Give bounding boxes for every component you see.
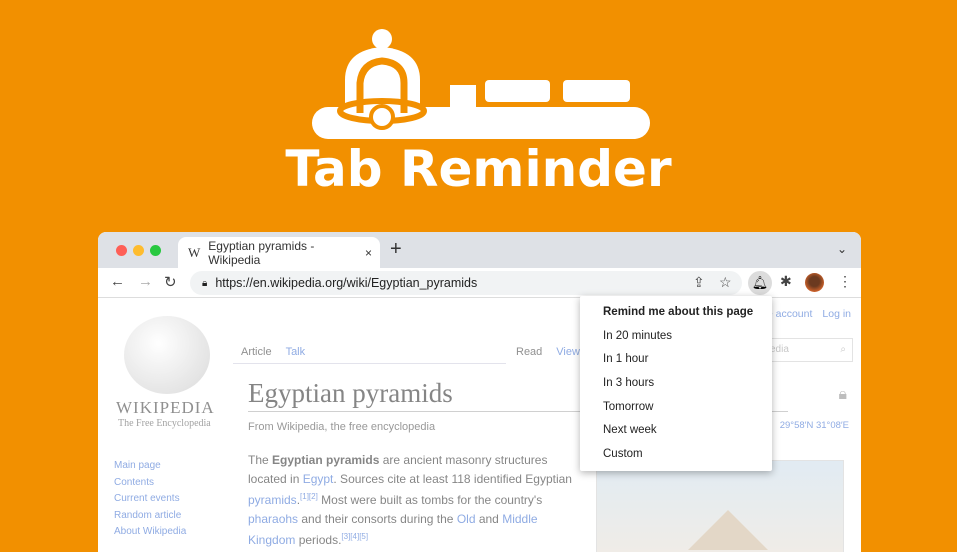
share-icon[interactable]: ⇪ (693, 274, 705, 291)
app-title: Tab Reminder (285, 140, 672, 198)
browser-tab[interactable]: W Egyptian pyramids - Wikipedia × (178, 237, 380, 268)
extensions-puzzle-icon[interactable]: ✱ (780, 273, 792, 290)
intro-paragraph: The Egyptian pyramids are ancient masonr… (248, 451, 578, 550)
menu-header: Remind me about this page (603, 306, 754, 318)
page-subtitle: From Wikipedia, the free encyclopedia (248, 421, 436, 433)
text: periods. (295, 533, 342, 547)
text: and (475, 511, 503, 526)
bold-term: Egyptian pyramids (272, 453, 380, 467)
lock-icon: 🔒︎ (202, 277, 208, 289)
tab-search-chevron-icon[interactable]: ⌄ (837, 242, 847, 256)
menu-item-1-hour[interactable]: In 1 hour (580, 353, 772, 377)
address-bar[interactable]: 🔒︎ https://en.wikipedia.org/wiki/Egyptia… (190, 271, 742, 295)
sidebar-nav: Main page Contents Current events Random… (114, 458, 186, 541)
bookmark-star-icon[interactable]: ☆ (719, 274, 732, 291)
create-account-link[interactable]: e account (767, 308, 813, 320)
sidebar-item-main-page[interactable]: Main page (114, 458, 186, 475)
menu-item-3-hours[interactable]: In 3 hours (580, 377, 772, 401)
profile-avatar[interactable] (805, 273, 824, 292)
maximize-window-button[interactable] (150, 245, 161, 256)
coordinates[interactable]: 29°58′N 31°08′E (780, 420, 849, 431)
wiki-search-input[interactable]: edia ⌕ (763, 338, 853, 362)
toolbar: ← → ↻ 🔒︎ https://en.wikipedia.org/wiki/E… (98, 268, 861, 298)
tab-view[interactable]: View (556, 346, 580, 358)
sidebar-item-contents[interactable]: Contents (114, 475, 186, 492)
tab-talk[interactable]: Talk (286, 346, 306, 358)
text: Most were built as tombs for the country… (317, 493, 543, 507)
back-icon[interactable]: ← (110, 273, 125, 290)
new-tab-button[interactable]: + (390, 238, 402, 261)
reload-icon[interactable]: ↻ (164, 273, 177, 291)
text: . Sources cite at least 118 identified E… (333, 471, 572, 486)
link-egypt[interactable]: Egypt (303, 472, 334, 486)
pyramid-shape (688, 510, 768, 550)
forward-icon[interactable]: → (138, 273, 153, 290)
tab-reminder-bell-icon[interactable]: 🔔︎ (748, 271, 772, 295)
page-tabs: Article Talk (233, 340, 506, 364)
search-icon[interactable]: ⌕ (840, 344, 846, 355)
tab-strip: W Egyptian pyramids - Wikipedia × + ⌄ (98, 232, 861, 268)
menu-item-20-minutes[interactable]: In 20 minutes (580, 330, 772, 354)
more-menu-icon[interactable]: ⋮ (838, 273, 852, 290)
minimize-window-button[interactable] (133, 245, 144, 256)
text: The (248, 453, 273, 467)
view-tabs: Read View (508, 340, 588, 364)
tab-article[interactable]: Article (241, 346, 272, 358)
link-pyramids[interactable]: pyramids (248, 493, 297, 507)
wikipedia-favicon: W (188, 244, 201, 260)
reminder-menu: Remind me about this page In 20 minutes … (580, 296, 772, 471)
account-links: e account Log in (767, 308, 851, 320)
menu-item-next-week[interactable]: Next week (580, 424, 772, 448)
menu-item-tomorrow[interactable]: Tomorrow (580, 401, 772, 425)
url-text: https://en.wikipedia.org/wiki/Egyptian_p… (215, 276, 478, 290)
wikipedia-tagline: The Free Encyclopedia (118, 418, 211, 429)
link-old[interactable]: Old (457, 512, 476, 526)
protection-lock-icon: 🔒︎ (838, 386, 847, 403)
menu-item-custom[interactable]: Custom (580, 448, 772, 472)
citation[interactable]: [3][4][5] (341, 532, 368, 541)
link-pharaohs[interactable]: pharaohs (248, 512, 298, 526)
tab-reminder-logo (312, 29, 650, 139)
log-in-link[interactable]: Log in (822, 308, 851, 320)
wikipedia-globe-logo (124, 316, 210, 394)
close-window-button[interactable] (116, 245, 127, 256)
tab-read[interactable]: Read (516, 346, 542, 358)
citation[interactable]: [1][2] (300, 492, 318, 501)
sidebar-item-random-article[interactable]: Random article (114, 508, 186, 525)
sidebar-item-about[interactable]: About Wikipedia (114, 524, 186, 541)
close-tab-icon[interactable]: × (365, 246, 372, 260)
tab-title: Egyptian pyramids - Wikipedia (208, 238, 315, 267)
text: and their consorts during the (298, 511, 457, 526)
wikipedia-wordmark: WIKIPEDIA (116, 398, 215, 417)
search-placeholder: edia (770, 344, 789, 355)
sidebar-item-current-events[interactable]: Current events (114, 491, 186, 508)
